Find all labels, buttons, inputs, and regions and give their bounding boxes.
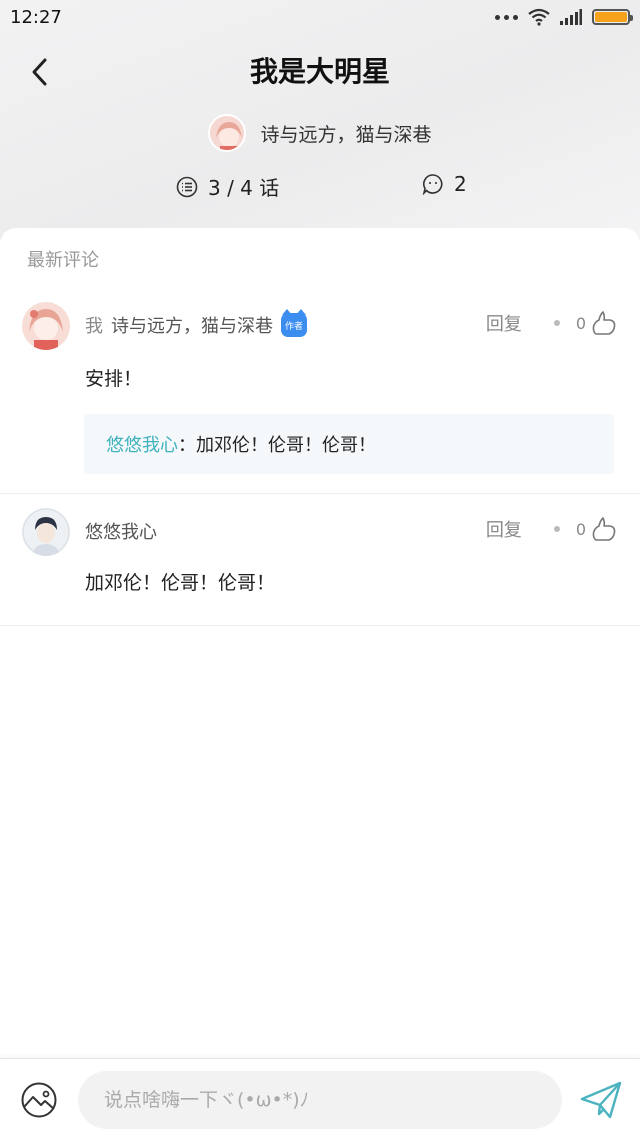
like-count: 0: [575, 519, 586, 539]
reply-preview[interactable]: 悠悠我心 ： 加邓伦！伦哥！伦哥！: [84, 414, 614, 474]
chapters-text: 3 / 4 话: [208, 176, 280, 200]
author-badge: 作者: [281, 309, 307, 337]
like-count: 0: [575, 313, 586, 333]
reply-button[interactable]: 回复: [486, 516, 522, 542]
author-avatar[interactable]: [208, 114, 247, 152]
author-row[interactable]: 诗与远方，猫与深巷: [0, 114, 640, 152]
comments-card: 最新评论 我 诗与远方，猫与深巷 作者 回复 0 安排！ 悠悠我心 ： 加邓伦！…: [0, 228, 640, 1058]
comment-count: 2: [454, 172, 467, 196]
comment-text: 加邓伦！伦哥！伦哥！: [85, 572, 276, 594]
me-prefix: 我: [85, 316, 103, 337]
image-icon[interactable]: [20, 1081, 58, 1119]
comment-item: 我 诗与远方，猫与深巷 作者 回复 0 安排！ 悠悠我心 ： 加邓伦！伦哥！伦哥…: [0, 288, 640, 494]
author-name: 诗与远方，猫与深巷: [260, 123, 432, 146]
section-title: 最新评论: [27, 250, 99, 271]
comment-text: 安排！: [85, 368, 143, 390]
comment-actions: 回复 0: [486, 516, 616, 542]
avatar[interactable]: [22, 302, 70, 350]
comment-actions: 回复 0: [486, 310, 616, 336]
page-title: 我是大明星: [249, 55, 390, 88]
reply-username[interactable]: 悠悠我心: [106, 431, 178, 457]
chapters-list-icon: [176, 176, 198, 197]
status-bar: 12:27: [0, 0, 640, 34]
avatar[interactable]: [22, 508, 70, 556]
status-icons: [495, 8, 633, 26]
separator-dot: [553, 320, 560, 326]
chapters-stat[interactable]: 3 / 4 话: [176, 172, 279, 201]
comment-header: 我 诗与远方，猫与深巷 作者: [85, 309, 307, 338]
reply-separator: ：: [178, 435, 196, 456]
reply-text: 加邓伦！伦哥！伦哥！: [196, 435, 376, 456]
comment-username[interactable]: 悠悠我心: [85, 518, 157, 544]
battery-icon: [592, 9, 633, 25]
comment-input-bar: [0, 1058, 640, 1138]
like-icon[interactable]: [592, 516, 616, 542]
comments-stat[interactable]: 2: [422, 172, 467, 196]
comment-header: 悠悠我心: [85, 518, 157, 544]
status-time: 12:27: [10, 6, 62, 28]
comment-bubble-icon: [422, 174, 443, 195]
more-dots-icon: [495, 14, 518, 20]
send-icon[interactable]: [580, 1081, 622, 1119]
wifi-icon: [528, 8, 550, 26]
separator-dot: [553, 526, 560, 532]
comment-item: 悠悠我心 回复 0 加邓伦！伦哥！伦哥！: [0, 494, 640, 626]
comment-input[interactable]: [78, 1071, 562, 1129]
reply-button[interactable]: 回复: [486, 310, 522, 336]
comment-username[interactable]: 诗与远方，猫与深巷: [111, 312, 273, 338]
like-icon[interactable]: [592, 310, 616, 336]
signal-icon: [560, 9, 582, 25]
stats-row: 3 / 4 话 2: [0, 172, 640, 208]
